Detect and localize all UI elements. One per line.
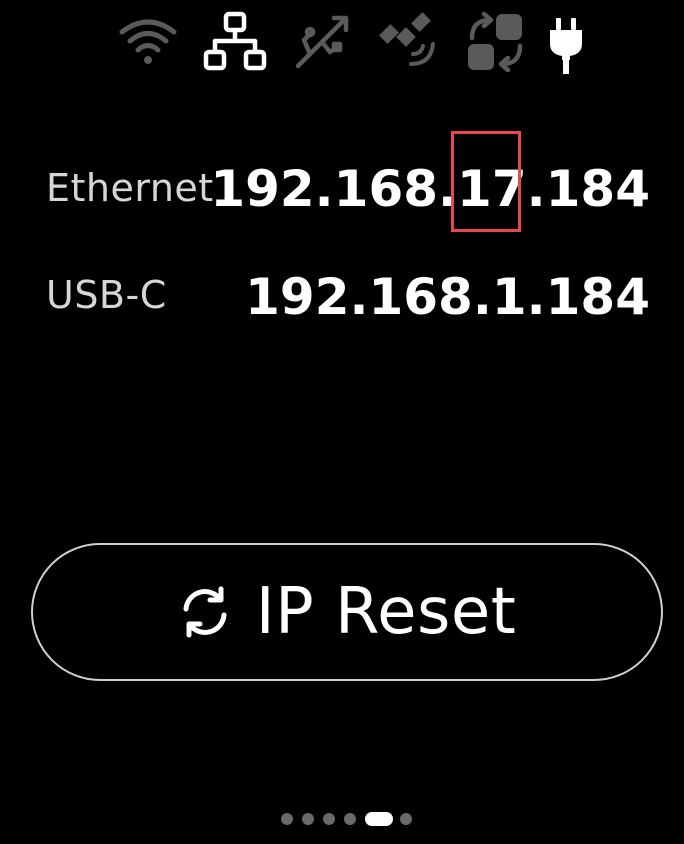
page-dot-4 [344, 813, 356, 825]
page-dot-5-active [365, 812, 393, 826]
ethernet-ip-prefix: 192.168. [210, 160, 458, 218]
ethernet-label: Ethernet [46, 166, 214, 210]
refresh-icon [178, 585, 232, 639]
page-dot-1 [281, 813, 293, 825]
ip-reset-button[interactable]: IP Reset [31, 543, 663, 681]
usb-icon [290, 10, 354, 74]
ethernet-ip-suffix: 184 [545, 160, 650, 218]
ethernet-ip-highlighted-octet: 17. [451, 131, 546, 232]
page-indicator [0, 811, 684, 827]
page-dot-6 [400, 813, 412, 825]
power-plug-icon [534, 10, 598, 74]
page-dot-2 [302, 813, 314, 825]
wifi-icon [116, 10, 180, 74]
ip-reset-label: IP Reset [255, 575, 517, 649]
sync-transfer-icon [464, 10, 528, 74]
satellite-icon [377, 10, 441, 74]
usb-c-label: USB-C [46, 273, 167, 317]
ethernet-ip-highlight-text: 17. [457, 160, 546, 218]
ethernet-ip-address: 192.168. 17.184 [210, 131, 650, 232]
usb-c-ip-address: 192.168.1.184 [245, 268, 650, 326]
status-bar [0, 6, 684, 82]
page-dot-3 [323, 813, 335, 825]
ethernet-network-icon [203, 10, 267, 74]
